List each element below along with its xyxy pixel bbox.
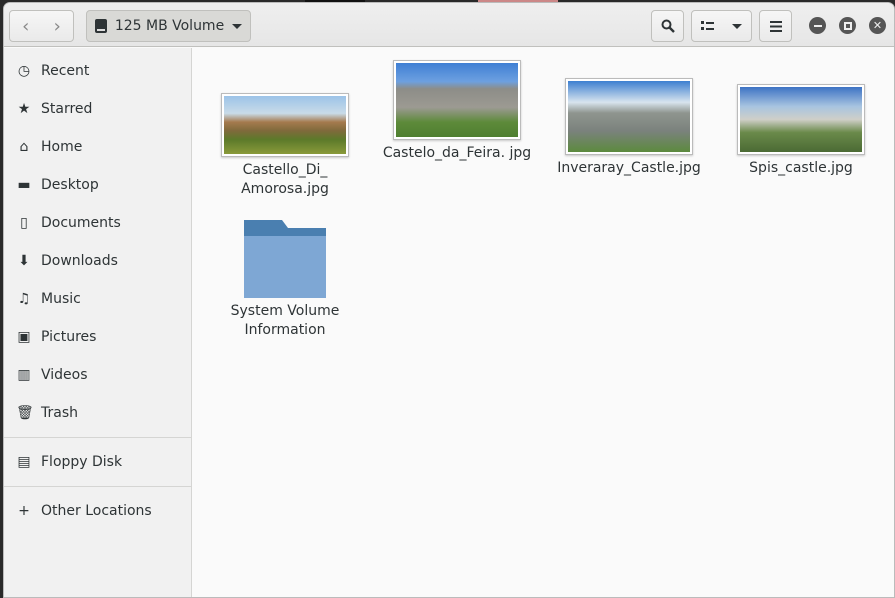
- file-name: Spis_castle.jpg: [749, 160, 853, 176]
- file-item[interactable]: Inveraray_Castle.jpg: [554, 78, 704, 178]
- chevron-down-icon: [732, 23, 743, 29]
- path-label: 125 MB Volume: [114, 18, 225, 34]
- header-bar: ‹ › 125 MB Volume ✕: [4, 3, 894, 47]
- drive-icon: [94, 19, 107, 33]
- file-item[interactable]: Spis_castle.jpg: [726, 84, 876, 178]
- sidebar-item-label: Documents: [41, 215, 121, 231]
- sidebar-item-desktop[interactable]: ▬ Desktop: [4, 166, 191, 204]
- folder-icon: ▬: [17, 177, 31, 193]
- maximize-icon: [843, 21, 852, 30]
- chevron-down-icon: [232, 23, 243, 29]
- close-button[interactable]: ✕: [869, 17, 886, 34]
- sidebar-item-music[interactable]: ♫ Music: [4, 280, 191, 318]
- image-thumbnail: [221, 93, 349, 157]
- search-button[interactable]: [651, 10, 684, 42]
- sidebar-item-documents[interactable]: ▯ Documents: [4, 204, 191, 242]
- folder-icon: [244, 220, 326, 298]
- star-icon: ★: [17, 101, 31, 117]
- image-thumbnail: [393, 60, 521, 140]
- path-bar-button[interactable]: 125 MB Volume: [86, 10, 251, 42]
- forward-button[interactable]: ›: [54, 16, 61, 37]
- file-item[interactable]: Castelo_da_Feira. jpg: [382, 60, 532, 163]
- close-icon: ✕: [872, 19, 883, 32]
- image-thumbnail: [565, 78, 693, 155]
- menu-button[interactable]: [759, 10, 792, 42]
- downloads-icon: ⬇: [18, 253, 30, 269]
- sidebar-item-label: Videos: [41, 367, 88, 383]
- sidebar-item-other-locations[interactable]: + Other Locations: [4, 492, 191, 530]
- navigation-buttons: ‹ ›: [9, 10, 74, 42]
- pictures-icon: ▣: [17, 329, 31, 345]
- file-name: Castelo_da_Feira. jpg: [382, 145, 532, 161]
- sidebar-item-recent[interactable]: ◷ Recent: [4, 52, 191, 90]
- sidebar-item-trash[interactable]: 🗑 Trash: [4, 394, 191, 432]
- file-grid: Castello_Di_ Amorosa.jpg Castelo_da_Feir…: [192, 48, 894, 597]
- file-name: Inveraray_Castle.jpg: [557, 160, 701, 176]
- plus-icon: +: [18, 503, 30, 519]
- minimize-icon: [813, 24, 822, 27]
- sidebar-divider: [4, 437, 191, 438]
- sidebar-item-videos[interactable]: ▥ Videos: [4, 356, 191, 394]
- image-thumbnail: [737, 84, 865, 155]
- videos-icon: ▥: [17, 367, 31, 383]
- sidebar-item-pictures[interactable]: ▣ Pictures: [4, 318, 191, 356]
- sidebar-item-label: Pictures: [41, 329, 97, 345]
- sidebar-item-downloads[interactable]: ⬇ Downloads: [4, 242, 191, 280]
- folder-name: System Volume Information: [230, 303, 340, 338]
- list-view-icon: [700, 21, 714, 30]
- hamburger-icon: [769, 20, 782, 32]
- sidebar-item-label: Downloads: [41, 253, 118, 269]
- file-name: Castello_Di_ Amorosa.jpg: [241, 162, 329, 197]
- sidebar-item-starred[interactable]: ★ Starred: [4, 90, 191, 128]
- sidebar-item-label: Recent: [41, 63, 90, 79]
- file-manager-window: ‹ › 125 MB Volume ✕ ◷ Recent ★ Starred ⌂ Ho…: [3, 2, 895, 598]
- maximize-button[interactable]: [839, 17, 856, 34]
- sidebar-item-label: Trash: [41, 405, 78, 421]
- sidebar-item-label: Desktop: [41, 177, 99, 193]
- sidebar-item-label: Other Locations: [41, 503, 152, 519]
- view-options-button[interactable]: [691, 10, 752, 42]
- sidebar-item-label: Starred: [41, 101, 93, 117]
- home-icon: ⌂: [19, 139, 29, 155]
- back-button[interactable]: ‹: [22, 16, 29, 37]
- sidebar-item-floppy-disk[interactable]: ▤ Floppy Disk: [4, 443, 191, 481]
- search-icon: [661, 19, 675, 33]
- documents-icon: ▯: [20, 215, 28, 231]
- folder-item[interactable]: System Volume Information: [210, 218, 360, 340]
- sidebar-item-label: Music: [41, 291, 81, 307]
- floppy-icon: ▤: [17, 454, 31, 470]
- trash-icon: 🗑: [16, 405, 34, 421]
- sidebar-item-label: Floppy Disk: [41, 454, 123, 470]
- music-icon: ♫: [17, 291, 31, 307]
- sidebar-item-label: Home: [41, 139, 83, 155]
- file-item[interactable]: Castello_Di_ Amorosa.jpg: [210, 93, 360, 199]
- sidebar-item-home[interactable]: ⌂ Home: [4, 128, 191, 166]
- minimize-button[interactable]: [809, 17, 826, 34]
- sidebar: ◷ Recent ★ Starred ⌂ Home ▬ Desktop ▯ Documen…: [4, 48, 192, 597]
- sidebar-divider: [4, 486, 191, 487]
- recent-icon: ◷: [17, 63, 31, 79]
